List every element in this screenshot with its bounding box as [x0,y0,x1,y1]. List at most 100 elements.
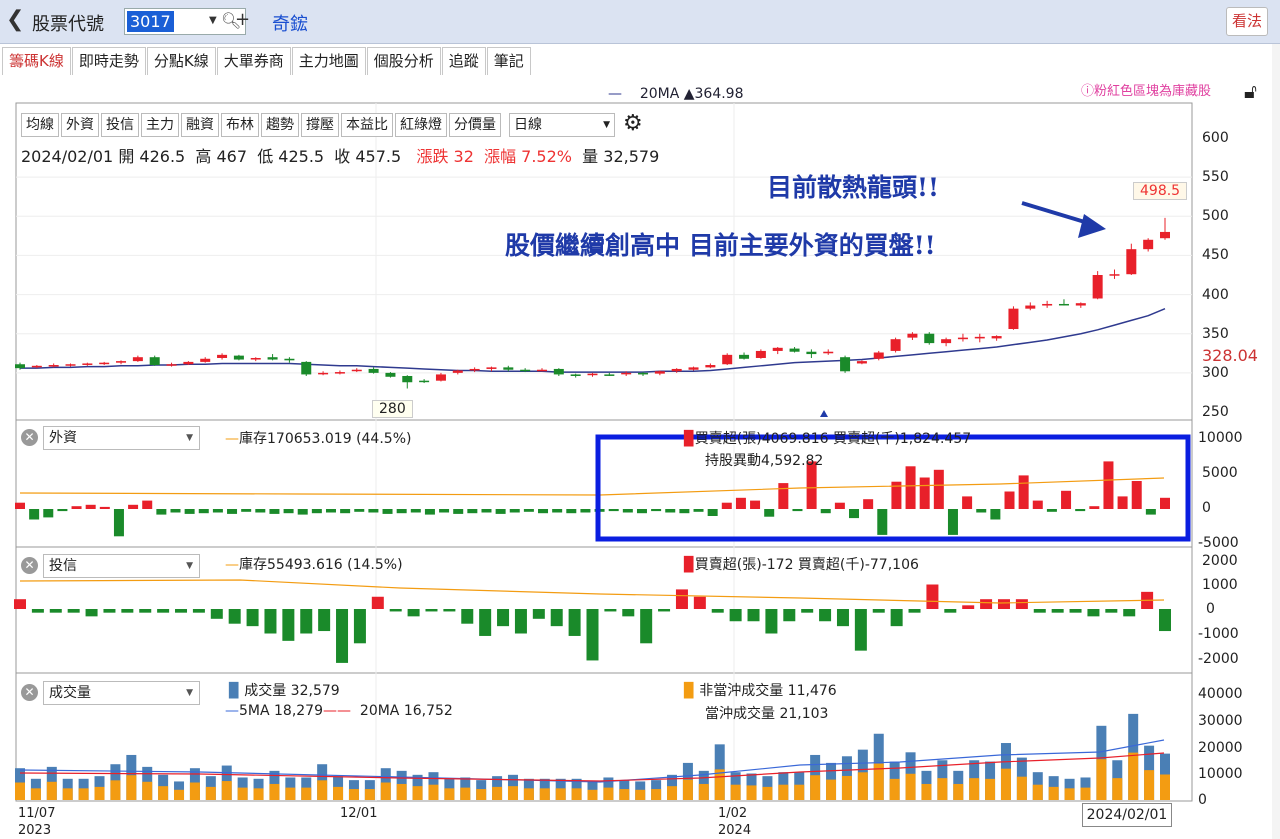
daytrade-bar [364,789,375,800]
foreign-bar [679,509,690,514]
btn-bollinger[interactable]: 布林 [221,113,259,137]
candle-body [941,339,952,344]
candle-body [671,368,682,372]
foreign-bar [1046,509,1057,512]
x-date-label: 11/07 [18,806,56,821]
btn-ma[interactable]: 均線 [21,113,59,137]
foreign-tick: 10000 [1198,430,1243,446]
price-tick: 450 [1202,247,1229,263]
candle-body [772,347,783,351]
foreign-holding-change: 持股異動4,592.82 [705,453,824,469]
foreign-select[interactable]: 外資 ▼ [43,426,200,450]
close-icon[interactable]: ✕ [21,429,38,446]
foreign-bar [1089,506,1100,509]
candle-body [334,372,345,374]
trust-bar [282,609,295,641]
foreign-bar [990,509,1001,520]
daytrade-bar [1080,787,1091,800]
daytrade-bar [651,789,662,800]
daytrade-bar [985,778,996,800]
foreign-bar [538,509,549,514]
high-price-value: 498.5 [1140,183,1181,199]
foreign-bar [863,499,874,509]
current-ma-label: 328.04 [1202,346,1258,365]
btn-trust[interactable]: 投信 [101,113,139,137]
btn-light[interactable]: 紅綠燈 [395,113,447,137]
foreign-bar [721,502,732,509]
btn-foreign[interactable]: 外資 [61,113,99,137]
candle-body [688,367,699,370]
daytrade-bar [762,786,773,800]
btn-main[interactable]: 主力 [141,113,179,137]
candle-body [604,374,615,376]
trust-bar [31,609,44,613]
candle-body [957,337,968,340]
daytrade-bar [237,787,248,800]
btn-margin[interactable]: 融資 [181,113,219,137]
trust-bar [246,609,259,627]
period-select[interactable]: 日線 ▼ [509,113,615,137]
daytrade-bar [746,785,757,800]
daytrade-bar [507,786,518,800]
foreign-bar [424,509,435,515]
price-tick: 250 [1202,404,1229,420]
daytrade-bar [1016,776,1027,800]
dropdown-arrow-icon: ▼ [186,688,193,698]
trust-bar [67,609,80,613]
daytrade-bar [810,775,821,800]
candle-body [419,380,430,383]
daytrade-bar [285,787,296,800]
daytrade-bar [953,783,964,800]
trust-bar [479,609,492,636]
daytrade-bar [412,786,423,800]
daytrade-bar [269,783,280,800]
close-icon[interactable]: ✕ [21,684,38,701]
foreign-bar [113,509,124,537]
foreign-bar [1032,500,1043,509]
foreign-bar [509,509,520,513]
trust-bar [568,609,581,636]
price-tick: 300 [1202,365,1229,381]
trust-bar [693,596,706,609]
btn-price-volume[interactable]: 分價量 [449,113,501,137]
volume-ma-legend: —5MA 18,279—— 20MA 16,752 [225,703,453,719]
daytrade-bar [969,778,980,800]
daytrade-bar [476,789,487,800]
ma20-legend: — 20MA ▲364.98 [608,86,744,102]
trust-bar [765,609,778,634]
low-price-label: 280 [372,400,413,418]
gear-icon[interactable]: ⚙ [623,113,643,137]
volume-select[interactable]: 成交量 ▼ [43,681,200,705]
trust-bar [210,609,223,619]
daytrade-bar [857,772,868,800]
candle-body [1042,303,1053,306]
btn-pe[interactable]: 本益比 [341,113,393,137]
trust-bar [747,609,760,622]
daytrade-bar [682,779,693,800]
trust-select[interactable]: 投信 ▼ [43,554,200,578]
candle-body [250,357,261,360]
candle-body [301,361,312,375]
candle-body [621,372,632,375]
unlock-icon[interactable]: 🔓︎ [1244,79,1257,103]
daytrade-bar [460,787,471,800]
trust-bar [175,609,188,613]
foreign-bar [269,509,280,514]
candle-body [840,357,851,372]
volume-ma20: 20MA 16,752 [359,703,453,719]
close-icon[interactable]: ✕ [21,557,38,574]
candle-body [974,336,985,339]
ohlc-open: 開 426.5 [118,147,186,166]
annotation-line2: 股價繼續創高中 目前主要外資的買盤!! [505,231,936,260]
daytrade-bar [333,786,344,800]
trust-bar [532,609,545,619]
trust-bar [622,609,635,617]
foreign-bar [849,509,860,519]
trust-bar [228,609,241,624]
scrollbar[interactable] [1272,44,1280,839]
btn-support[interactable]: 撐壓 [301,113,339,137]
foreign-bar [354,509,365,512]
candle-body [536,369,547,372]
candle-body [435,374,446,381]
btn-trend[interactable]: 趨勢 [261,113,299,137]
